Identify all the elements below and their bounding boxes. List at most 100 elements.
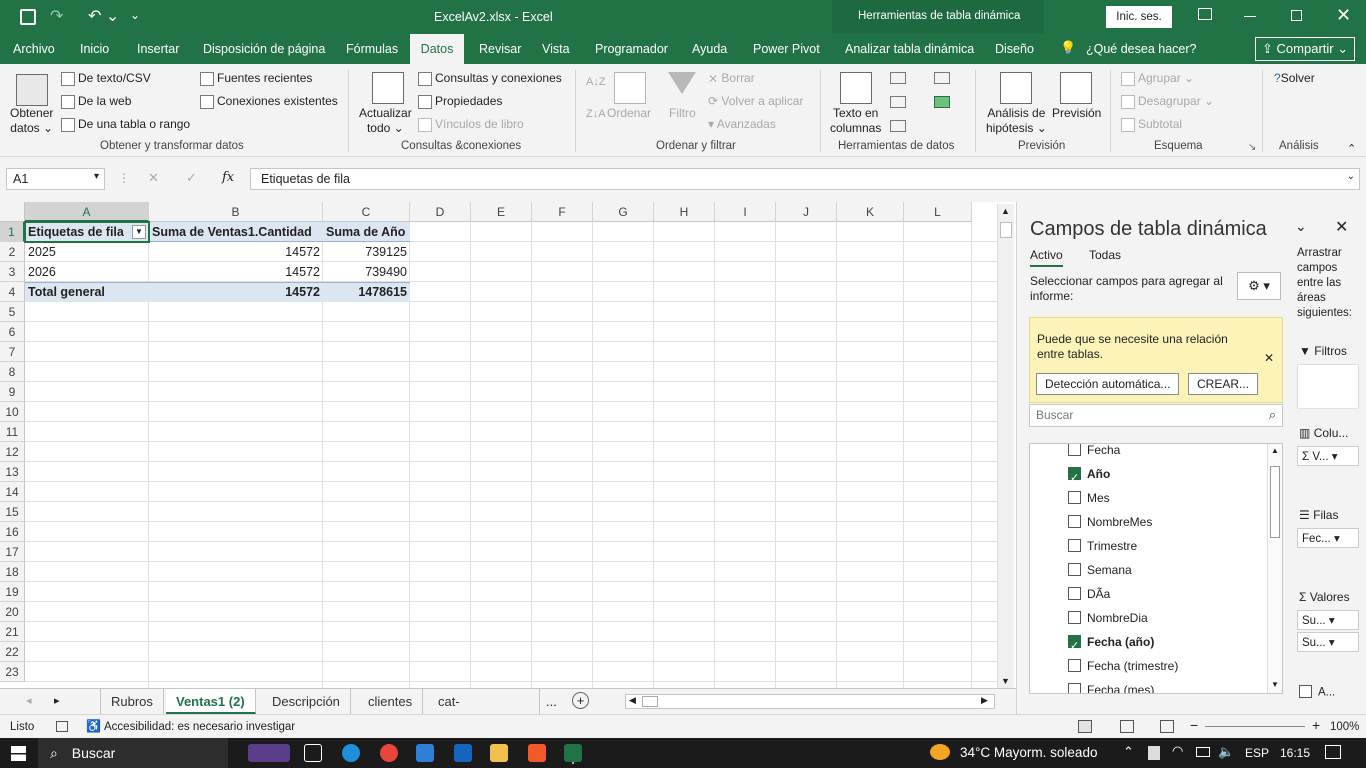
- queries-connections-button[interactable]: Consultas y conexiones: [418, 71, 562, 86]
- field-checkbox[interactable]: [1068, 444, 1081, 457]
- field-list[interactable]: Fecha Año Mes NombreMes Trimestre Semana DÃ­a N…: [1029, 443, 1283, 694]
- row-header-13[interactable]: 13: [0, 462, 25, 482]
- from-text-button[interactable]: De texto/CSV: [61, 71, 151, 86]
- row-header-12[interactable]: 12: [0, 442, 25, 462]
- what-if-button[interactable]: Análisis de hipótesis ⌄: [986, 106, 1047, 136]
- field-checkbox[interactable]: [1068, 539, 1081, 553]
- column-header-l[interactable]: L: [904, 202, 972, 222]
- expand-formula-icon[interactable]: ⌄: [1347, 171, 1355, 182]
- row-header-18[interactable]: 18: [0, 562, 25, 582]
- more-sheets[interactable]: ...: [546, 694, 557, 709]
- insert-function-icon[interactable]: fx: [222, 170, 234, 185]
- share-button[interactable]: ⇪ Compartir ⌄: [1255, 37, 1355, 61]
- tray-chevron-icon[interactable]: ⌃: [1123, 744, 1134, 760]
- widgets-icon[interactable]: [248, 744, 290, 762]
- row-header-10[interactable]: 10: [0, 402, 25, 422]
- sort-button[interactable]: Ordenar: [607, 106, 651, 120]
- pivot-header-sum-qty[interactable]: Suma de Ventas1.Cantidad: [149, 222, 323, 242]
- row-header-20[interactable]: 20: [0, 602, 25, 622]
- field-item[interactable]: Fecha (año): [1068, 630, 1154, 658]
- column-header-c[interactable]: C: [323, 202, 410, 222]
- add-sheet-icon[interactable]: +: [572, 692, 589, 709]
- flash-fill-icon[interactable]: [890, 72, 906, 84]
- row-header-16[interactable]: 16: [0, 522, 25, 542]
- row-header-7[interactable]: 7: [0, 342, 25, 362]
- restore-icon[interactable]: [1291, 10, 1302, 21]
- sort-za-icon[interactable]: Z↓A: [586, 108, 606, 120]
- advanced-filter-button[interactable]: ▾ Avanzadas: [708, 117, 776, 131]
- pane-tab-active[interactable]: Activo: [1030, 248, 1063, 267]
- column-header-b[interactable]: B: [149, 202, 323, 222]
- text-to-columns-button[interactable]: Texto en columnas: [830, 106, 881, 136]
- pivot-row-year[interactable]: 739125: [323, 242, 410, 262]
- from-table-button[interactable]: De una tabla o rango: [61, 117, 190, 132]
- column-header-h[interactable]: H: [654, 202, 715, 222]
- edge-icon[interactable]: [342, 744, 360, 762]
- page-break-icon[interactable]: [1160, 720, 1174, 733]
- existing-connections-button[interactable]: Conexiones existentes: [200, 94, 338, 109]
- field-search-input[interactable]: Buscar ⌕: [1029, 404, 1283, 427]
- page-layout-icon[interactable]: [1120, 720, 1134, 733]
- row-header-22[interactable]: 22: [0, 642, 25, 662]
- pane-tab-all[interactable]: Todas: [1089, 248, 1121, 262]
- volume-icon[interactable]: 🔈: [1218, 744, 1234, 760]
- tab-insertar[interactable]: Insertar: [127, 34, 189, 64]
- scroll-up-icon[interactable]: ▲: [1001, 206, 1010, 216]
- row-header-8[interactable]: 8: [0, 362, 25, 382]
- outline-launcher-icon[interactable]: ↘: [1248, 142, 1256, 153]
- field-checkbox[interactable]: [1068, 515, 1081, 529]
- weather-text[interactable]: 34°C Mayorm. soleado: [960, 745, 1097, 760]
- tab-diseno[interactable]: Diseño: [985, 34, 1044, 64]
- row-header-15[interactable]: 15: [0, 502, 25, 522]
- pivot-row-label[interactable]: 2025: [25, 242, 149, 262]
- clock[interactable]: 16:15: [1280, 746, 1310, 760]
- auto-detect-button[interactable]: Detección automática...: [1036, 373, 1180, 395]
- field-scroll-down-icon[interactable]: ▼: [1271, 680, 1279, 689]
- tab-archivo[interactable]: Archivo: [3, 34, 65, 64]
- row-header-2[interactable]: 2: [0, 242, 25, 262]
- field-checkbox[interactable]: [1068, 587, 1081, 601]
- tab-analizar[interactable]: Analizar tabla dinámica: [835, 34, 984, 64]
- battery-icon[interactable]: [1196, 747, 1210, 757]
- wifi-icon[interactable]: ◠: [1172, 743, 1183, 759]
- row-header-5[interactable]: 5: [0, 302, 25, 322]
- field-item[interactable]: DÃ­a: [1068, 582, 1110, 606]
- field-item[interactable]: Fecha (trimestre): [1068, 654, 1178, 678]
- sheet-tab-ventas1-2[interactable]: Ventas1 (2): [166, 689, 256, 714]
- edit-links-button[interactable]: Vínculos de libro: [418, 117, 524, 132]
- excel-taskbar-icon[interactable]: [564, 744, 582, 762]
- field-item[interactable]: Fecha (mes): [1068, 678, 1154, 693]
- row-header-19[interactable]: 19: [0, 582, 25, 602]
- solver-button[interactable]: ?Solver: [1274, 71, 1315, 85]
- collapse-ribbon-icon[interactable]: ⌃: [1347, 142, 1356, 155]
- tray-app-icon[interactable]: [1148, 746, 1160, 760]
- field-checkbox[interactable]: [1068, 634, 1081, 658]
- reapply-button[interactable]: ⟳ Volver a aplicar: [708, 94, 803, 108]
- vertical-scrollbar[interactable]: ▲ ▼: [997, 204, 1014, 689]
- outlook-icon[interactable]: [454, 744, 472, 762]
- recent-sources-button[interactable]: Fuentes recientes: [200, 71, 312, 86]
- language-indicator[interactable]: ESP: [1245, 746, 1269, 760]
- column-header-d[interactable]: D: [410, 202, 471, 222]
- store-icon[interactable]: [416, 744, 434, 762]
- column-header-f[interactable]: F: [532, 202, 593, 222]
- tell-me-search[interactable]: ¿Qué desea hacer?: [1076, 34, 1207, 64]
- signin-button[interactable]: Inic. ses.: [1106, 6, 1172, 28]
- vertical-scroll-thumb[interactable]: [1000, 222, 1012, 238]
- properties-button[interactable]: Propiedades: [418, 94, 502, 109]
- row-header-14[interactable]: 14: [0, 482, 25, 502]
- name-box[interactable]: A1 ▾: [6, 168, 105, 190]
- field-item[interactable]: NombreDia: [1068, 606, 1148, 630]
- sheet-tab-rubros[interactable]: Rubros: [100, 689, 164, 714]
- pivot-total-qty[interactable]: 14572: [149, 282, 323, 302]
- create-relationship-button[interactable]: CREAR...: [1188, 373, 1259, 395]
- field-checkbox[interactable]: [1068, 491, 1081, 505]
- scroll-right-icon[interactable]: ▶: [981, 695, 988, 706]
- notice-close-icon[interactable]: ✕: [1264, 351, 1274, 365]
- column-header-a[interactable]: A: [25, 202, 149, 222]
- row-header-21[interactable]: 21: [0, 622, 25, 642]
- filter-button[interactable]: Filtro: [669, 106, 696, 120]
- close-window-icon[interactable]: ✕: [1336, 5, 1351, 26]
- undo-icon[interactable]: ↶ ⌄: [88, 6, 119, 26]
- pivot-row-qty[interactable]: 14572: [149, 242, 323, 262]
